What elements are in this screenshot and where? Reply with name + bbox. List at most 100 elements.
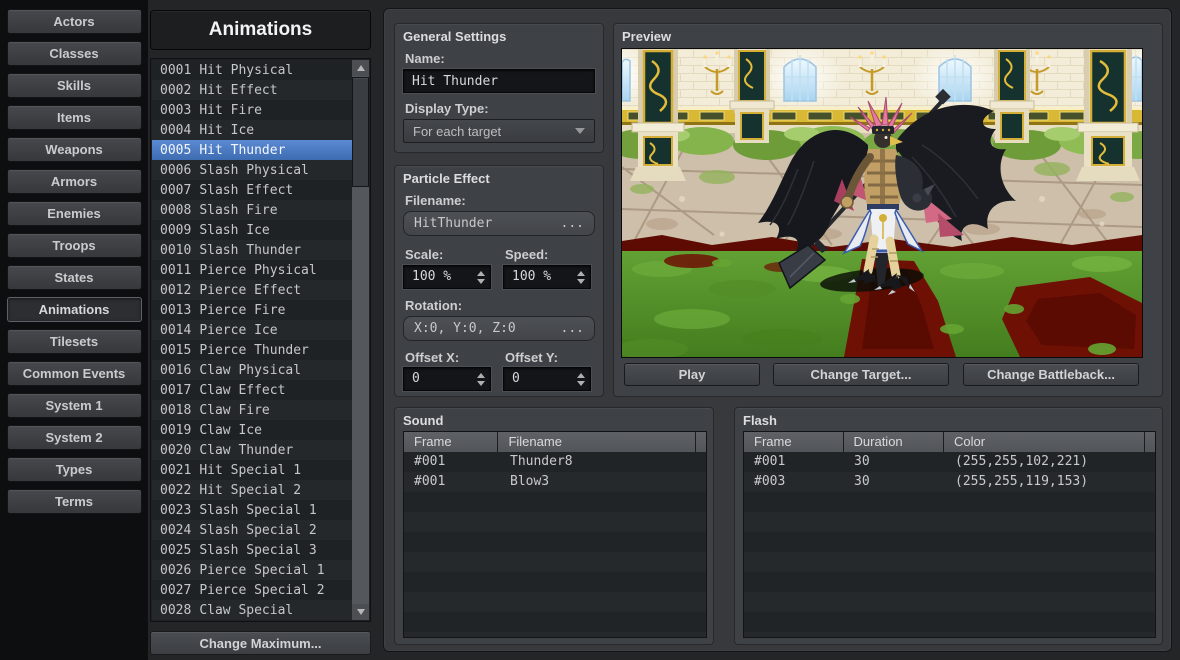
spinner-up-icon[interactable] <box>577 271 585 276</box>
spinner-down-icon[interactable] <box>477 279 485 284</box>
offset-y-stepper[interactable]: 0 <box>503 367 591 391</box>
animation-list-item[interactable]: 0017 Claw Effect <box>152 380 353 400</box>
animations-panel-title: Animations <box>150 10 371 50</box>
change-maximum-button[interactable]: Change Maximum... <box>150 631 371 655</box>
sidebar-item[interactable]: Enemies <box>7 201 142 226</box>
animation-id: 0012 <box>160 283 191 298</box>
animation-list-item[interactable]: 0015 Pierce Thunder <box>152 340 353 360</box>
animation-list-item[interactable]: 0003 Hit Fire <box>152 100 353 120</box>
animation-list-item[interactable]: 0018 Claw Fire <box>152 400 353 420</box>
sidebar-item[interactable]: System 2 <box>7 425 142 450</box>
sidebar-item[interactable]: System 1 <box>7 393 142 418</box>
animation-id: 0025 <box>160 543 191 558</box>
speed-label: Speed: <box>505 247 548 262</box>
animation-list-item[interactable]: 0001 Hit Physical <box>152 60 353 80</box>
scale-stepper[interactable]: 100 % <box>403 265 491 289</box>
sidebar-item[interactable]: Armors <box>7 169 142 194</box>
sound-table-header: Frame Filename <box>404 432 706 452</box>
animation-list-item[interactable]: 0023 Slash Special 1 <box>152 500 353 520</box>
animation-list-item[interactable]: 0014 Pierce Ice <box>152 320 353 340</box>
animation-list-item[interactable]: 0026 Pierce Special 1 <box>152 560 353 580</box>
animation-list-item[interactable]: 0013 Pierce Fire <box>152 300 353 320</box>
sidebar-item[interactable]: Tilesets <box>7 329 142 354</box>
column-header-color: Color <box>944 432 1144 452</box>
animation-list-item[interactable]: 0009 Slash Ice <box>152 220 353 240</box>
list-scrollbar[interactable] <box>352 60 369 620</box>
animation-name: Claw Ice <box>199 423 262 438</box>
flash-color-cell: (255,255,102,221) <box>945 452 1146 472</box>
animation-list-item[interactable]: 0005 Hit Thunder <box>152 140 353 160</box>
scroll-down-button[interactable] <box>352 604 369 620</box>
animation-list-item[interactable]: 0012 Pierce Effect <box>152 280 353 300</box>
animation-list-item[interactable]: 0008 Slash Fire <box>152 200 353 220</box>
sidebar-item[interactable]: Skills <box>7 73 142 98</box>
play-button[interactable]: Play <box>624 363 760 386</box>
sidebar-item[interactable]: Weapons <box>7 137 142 162</box>
offset-x-value: 0 <box>412 371 420 386</box>
sidebar-item-label: Skills <box>57 78 91 93</box>
flash-row[interactable]: #001 30 (255,255,102,221) <box>744 452 1155 472</box>
rotation-picker[interactable]: X:0, Y:0, Z:0 ... <box>403 316 595 341</box>
pillar <box>630 49 686 181</box>
spinner-down-icon[interactable] <box>577 279 585 284</box>
sidebar-item-label: Actors <box>53 14 94 29</box>
database-sidebar: Actors Classes Skills Items Weapons Armo… <box>0 0 148 660</box>
animation-list-item[interactable]: 0027 Pierce Special 2 <box>152 580 353 600</box>
sidebar-item[interactable]: Animations <box>7 297 142 322</box>
animation-list-item[interactable]: 0024 Slash Special 2 <box>152 520 353 540</box>
sound-filename-cell: Thunder8 <box>500 452 700 472</box>
animation-list-item[interactable]: 0002 Hit Effect <box>152 80 353 100</box>
sound-row[interactable]: #001 Blow3 <box>404 472 706 492</box>
spinner-down-icon[interactable] <box>577 381 585 386</box>
offset-x-stepper[interactable]: 0 <box>403 367 491 391</box>
spinner-down-icon[interactable] <box>477 381 485 386</box>
change-battleback-button[interactable]: Change Battleback... <box>963 363 1139 386</box>
spinner-up-icon[interactable] <box>477 271 485 276</box>
animation-list-item[interactable]: 0028 Claw Special <box>152 600 353 620</box>
animation-list-item[interactable]: 0004 Hit Ice <box>152 120 353 140</box>
spinner-up-icon[interactable] <box>577 373 585 378</box>
name-input[interactable] <box>403 69 595 93</box>
animation-list-item[interactable]: 0016 Claw Physical <box>152 360 353 380</box>
sound-row[interactable]: #001 Thunder8 <box>404 452 706 472</box>
animation-list-item[interactable]: 0021 Hit Special 1 <box>152 460 353 480</box>
filename-picker[interactable]: HitThunder ... <box>403 211 595 236</box>
animation-id: 0003 <box>160 103 191 118</box>
name-label: Name: <box>405 51 445 66</box>
animation-name: Pierce Thunder <box>199 343 309 358</box>
animation-list-item[interactable]: 0022 Hit Special 2 <box>152 480 353 500</box>
animation-list-item[interactable]: 0010 Slash Thunder <box>152 240 353 260</box>
ellipsis-icon: ... <box>561 216 584 231</box>
animation-id: 0020 <box>160 443 191 458</box>
filename-value: HitThunder <box>414 216 492 231</box>
animation-list-item[interactable]: 0025 Slash Special 3 <box>152 540 353 560</box>
speed-stepper[interactable]: 100 % <box>503 265 591 289</box>
animation-list-item[interactable]: 0006 Slash Physical <box>152 160 353 180</box>
sidebar-item[interactable]: Terms <box>7 489 142 514</box>
animation-list-item[interactable]: 0019 Claw Ice <box>152 420 353 440</box>
animation-list-item[interactable]: 0007 Slash Effect <box>152 180 353 200</box>
sidebar-item[interactable]: Actors <box>7 9 142 34</box>
sidebar-item[interactable]: Classes <box>7 41 142 66</box>
sidebar-item-label: Tilesets <box>50 334 98 349</box>
sidebar-item[interactable]: Items <box>7 105 142 130</box>
flash-row[interactable]: #003 30 (255,255,119,153) <box>744 472 1155 492</box>
scrollbar-thumb[interactable] <box>352 77 369 187</box>
animation-list-item[interactable]: 0020 Claw Thunder <box>152 440 353 460</box>
sidebar-item[interactable]: States <box>7 265 142 290</box>
flash-duration-cell: 30 <box>844 452 944 472</box>
sidebar-item[interactable]: Types <box>7 457 142 482</box>
animation-name: Claw Fire <box>199 403 269 418</box>
pillar <box>1076 49 1140 181</box>
spinner-up-icon[interactable] <box>477 373 485 378</box>
animation-name: Claw Physical <box>199 363 301 378</box>
sidebar-item[interactable]: Troops <box>7 233 142 258</box>
sidebar-item[interactable]: Common Events <box>7 361 142 386</box>
sidebar-item-label: Troops <box>52 238 95 253</box>
change-target-button[interactable]: Change Target... <box>773 363 949 386</box>
animation-list-item[interactable]: 0011 Pierce Physical <box>152 260 353 280</box>
scroll-up-button[interactable] <box>352 60 369 76</box>
animation-name: Pierce Ice <box>199 323 277 338</box>
particle-effect-group: Particle Effect Filename: HitThunder ...… <box>394 165 604 397</box>
display-type-dropdown[interactable]: For each target <box>403 119 595 143</box>
